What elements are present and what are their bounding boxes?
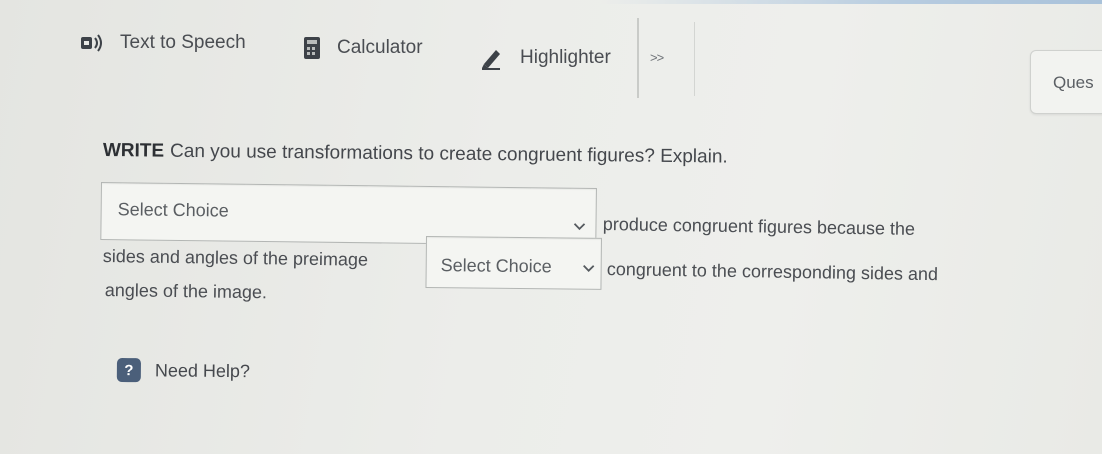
need-help-label: Need Help? <box>154 359 251 381</box>
question-button-label: Ques <box>1053 73 1094 92</box>
answer-select-1-value: Select Choice <box>117 199 229 221</box>
answer-select-2[interactable]: Select Choice <box>425 236 602 290</box>
need-help-link[interactable]: ? Need Help? <box>116 358 251 383</box>
calculator-label: Calculator <box>337 37 423 58</box>
help-icon: ? <box>116 358 141 383</box>
toolbar-divider <box>637 18 639 98</box>
toolbar-divider-right <box>694 22 695 96</box>
speaker-icon <box>78 33 104 53</box>
question-text: Can you use transformations to create co… <box>169 140 728 168</box>
write-label: WRITE <box>102 140 165 162</box>
top-accent-strip <box>600 0 1102 4</box>
more-tools-button[interactable]: >> <box>650 50 664 65</box>
answer-select-2-value: Select Choice <box>440 255 552 277</box>
pencil-icon <box>480 46 504 70</box>
answer-text-1: produce congruent figures because the <box>602 214 916 239</box>
text-to-speech-button[interactable]: Text to Speech <box>78 32 246 54</box>
text-to-speech-label: Text to Speech <box>120 32 246 53</box>
calculator-button[interactable]: Calculator <box>303 36 423 60</box>
calculator-icon <box>303 36 321 60</box>
highlighter-label: Highlighter <box>520 47 611 68</box>
chevron-down-icon <box>573 219 586 234</box>
highlighter-button[interactable]: Highlighter <box>480 46 611 70</box>
chevron-down-icon <box>583 261 595 276</box>
toolbar: Text to Speech Calculator Highlighter >> <box>60 18 700 98</box>
answer-text-4: angles of the image. <box>104 280 268 303</box>
answer-text-2: sides and angles of the preimage <box>102 246 369 270</box>
answer-text-3: congruent to the corresponding sides and <box>606 259 939 285</box>
question-prompt: WRITE Can you use transformations to crea… <box>103 140 728 169</box>
question-button[interactable]: Ques <box>1030 50 1102 114</box>
